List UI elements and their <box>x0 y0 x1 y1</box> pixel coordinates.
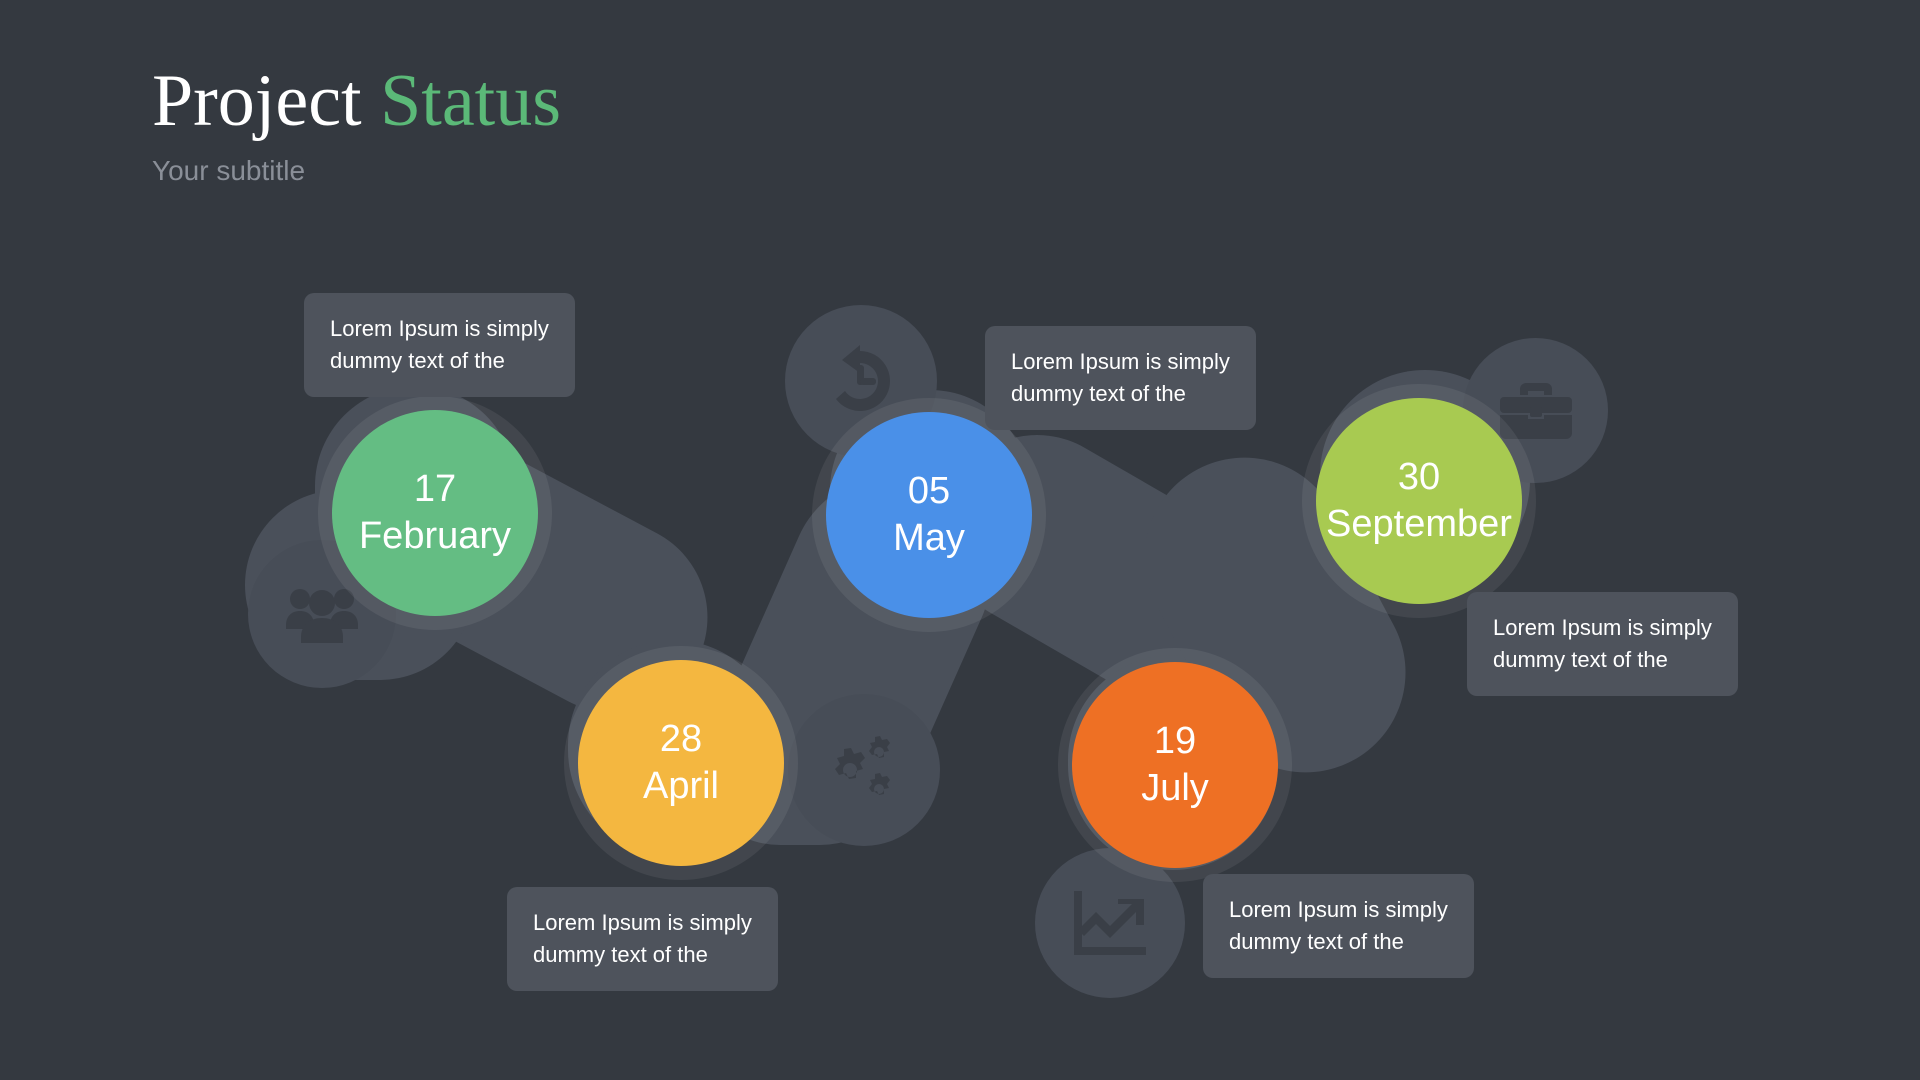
users-group-icon-glyph <box>286 589 358 643</box>
milestone-day: 30 <box>1397 456 1441 498</box>
caption-line-2: dummy text of the <box>1493 647 1668 672</box>
history-clock-icon-glyph <box>836 345 890 411</box>
caption-line-1: Lorem Ipsum is simply <box>330 316 549 341</box>
milestone-day: 17 <box>413 468 457 510</box>
milestone-node-february[interactable]: 17 February <box>332 410 538 616</box>
milestone-node-may[interactable]: 05 May <box>826 412 1032 618</box>
milestone-caption-july: Lorem Ipsum is simply dummy text of the <box>1203 874 1474 978</box>
milestone-month: April <box>642 765 720 807</box>
milestone-day: 28 <box>659 718 703 760</box>
gears-cogs-icon <box>788 694 940 846</box>
caption-line-2: dummy text of the <box>533 942 708 967</box>
caption-line-1: Lorem Ipsum is simply <box>1493 615 1712 640</box>
milestone-node-july[interactable]: 19 July <box>1072 662 1278 868</box>
milestone-node-april[interactable]: 28 April <box>578 660 784 866</box>
milestone-caption-april: Lorem Ipsum is simply dummy text of the <box>507 887 778 991</box>
milestone-caption-september: Lorem Ipsum is simply dummy text of the <box>1467 592 1738 696</box>
timeline-diagram: 17 February 28 April 05 May 19 July 30 S… <box>0 0 1920 1080</box>
milestone-month: May <box>893 517 965 559</box>
milestone-month: September <box>1326 503 1512 545</box>
briefcase-icon-glyph <box>1499 382 1572 439</box>
milestone-node-september[interactable]: 30 September <box>1316 398 1522 604</box>
slide-canvas: Project Status Your subtitle 17 February… <box>0 0 1920 1080</box>
milestone-month: February <box>358 515 512 557</box>
gears-cogs-icon-glyph <box>835 736 890 795</box>
caption-line-2: dummy text of the <box>1011 381 1186 406</box>
milestone-caption-may: Lorem Ipsum is simply dummy text of the <box>985 326 1256 430</box>
milestone-caption-february: Lorem Ipsum is simply dummy text of the <box>304 293 575 397</box>
caption-line-2: dummy text of the <box>1229 929 1404 954</box>
caption-line-1: Lorem Ipsum is simply <box>1229 897 1448 922</box>
growth-chart-icon <box>1035 848 1185 998</box>
caption-line-1: Lorem Ipsum is simply <box>533 910 752 935</box>
growth-chart-icon-glyph <box>1074 891 1146 955</box>
caption-line-2: dummy text of the <box>330 348 505 373</box>
caption-line-1: Lorem Ipsum is simply <box>1011 349 1230 374</box>
milestone-day: 05 <box>907 470 951 512</box>
milestone-month: July <box>1141 767 1209 809</box>
milestone-day: 19 <box>1153 720 1197 762</box>
